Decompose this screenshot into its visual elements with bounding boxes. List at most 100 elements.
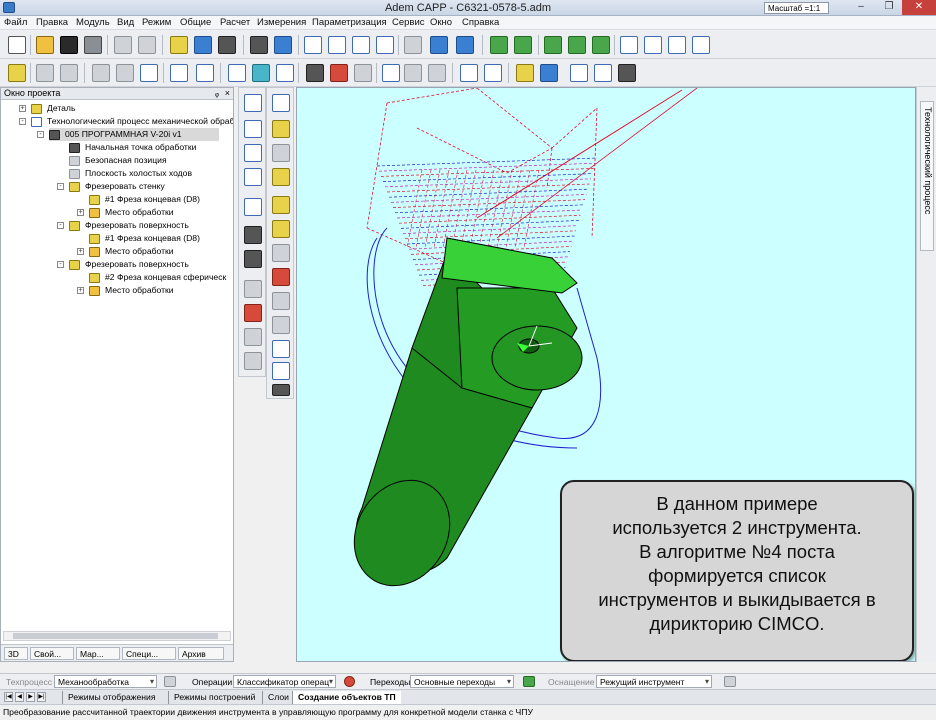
menu-file[interactable]: Файл (4, 17, 27, 28)
tool-add-icon[interactable] (490, 36, 508, 54)
equipment-select[interactable]: Режущий инструмент (596, 675, 712, 688)
transition-icon[interactable] (523, 676, 535, 687)
menu-general[interactable]: Общие (180, 17, 211, 28)
tree-node-tool[interactable]: #1 Фреза концевая (D8) (89, 193, 200, 206)
redo-icon[interactable] (138, 36, 156, 54)
tab-prev-button[interactable]: ◀ (15, 692, 24, 702)
document-check-icon[interactable] (116, 64, 134, 82)
panel-close-icon[interactable]: × (225, 88, 230, 99)
tab-last-button[interactable]: ▶| (37, 692, 46, 702)
process-select[interactable]: Механообработка (54, 675, 157, 688)
tool-save-icon[interactable] (60, 64, 78, 82)
tree-node-mill-surface[interactable]: - Фрезеровать поверхность (57, 219, 189, 232)
hand-icon[interactable] (354, 64, 372, 82)
menu-calc[interactable]: Расчет (220, 17, 250, 28)
surface-cut-icon[interactable] (592, 36, 610, 54)
tree-node-safe-position[interactable]: Безопасная позиция (69, 154, 167, 167)
menu-measure[interactable]: Измерения (257, 17, 306, 28)
filter-icon[interactable] (244, 352, 262, 370)
minimize-button[interactable]: – (848, 0, 874, 15)
menu-service[interactable]: Сервис (392, 17, 425, 28)
frame-icon[interactable] (244, 198, 262, 216)
transitions-select[interactable]: Основные переходы (410, 675, 514, 688)
expander-icon[interactable]: - (19, 118, 26, 125)
render-icon[interactable] (218, 36, 236, 54)
view-icon[interactable] (194, 36, 212, 54)
tab-route[interactable]: Мар... (76, 647, 120, 660)
no-entry-icon[interactable] (618, 64, 636, 82)
select-icon[interactable] (244, 120, 262, 138)
point-icon[interactable] (272, 94, 290, 112)
tool-library-icon[interactable] (516, 64, 534, 82)
tab-3d[interactable]: 3D (4, 647, 28, 660)
tab-tech-process[interactable]: Технологический процесс (920, 101, 934, 251)
cross-icon[interactable] (272, 268, 290, 286)
lines-icon[interactable] (272, 384, 290, 396)
open-folder-icon[interactable] (36, 36, 54, 54)
tab-construction-modes[interactable]: Режимы построений (168, 691, 260, 704)
tab-create-objects[interactable]: Создание объектов ТП (292, 691, 401, 704)
scale-field[interactable]: Масштаб =1:1 (764, 2, 829, 14)
expander-icon[interactable]: + (77, 287, 84, 294)
plus-icon[interactable] (272, 292, 290, 310)
cube-small-icon[interactable] (272, 362, 290, 380)
postprocessor-icon[interactable] (252, 64, 270, 82)
axis-icon[interactable] (692, 36, 710, 54)
expander-icon[interactable]: + (19, 105, 26, 112)
export-doc-icon[interactable] (404, 64, 422, 82)
rect-icon[interactable] (244, 94, 262, 112)
expander-icon[interactable]: + (77, 248, 84, 255)
cube-rotate-icon[interactable] (376, 36, 394, 54)
scrollbar-thumb[interactable] (13, 633, 218, 639)
expander-icon[interactable]: - (57, 183, 64, 190)
tree-node-operation[interactable]: - 005 ПРОГРАММНАЯ V-20i v1 (37, 128, 219, 141)
tab-spec[interactable]: Специ... (122, 647, 176, 660)
machine-blue-2-icon[interactable] (456, 36, 474, 54)
menu-view[interactable]: Вид (117, 17, 134, 28)
tree-node-tool[interactable]: #1 Фреза концевая (D8) (89, 232, 200, 245)
record-icon[interactable] (344, 676, 355, 687)
settings-icon[interactable] (428, 64, 446, 82)
tree-node-place[interactable]: + Место обработки (77, 206, 174, 219)
tab-archive[interactable]: Архив (178, 647, 224, 660)
tool-library-2-icon[interactable] (540, 64, 558, 82)
process-icon[interactable] (164, 676, 176, 687)
depth-icon[interactable] (272, 196, 290, 214)
tree-node-tool-2[interactable]: #2 Фреза концевая сферическ (89, 271, 226, 284)
operations-select[interactable]: Классификатор операц (233, 675, 336, 688)
step-icon[interactable] (272, 120, 290, 138)
tree-node-mill-wall[interactable]: - Фрезеровать стенку (57, 180, 165, 193)
tree-node-start-point[interactable]: Начальная точка обработки (69, 141, 196, 154)
paste-icon[interactable] (244, 250, 262, 268)
horizontal-scrollbar[interactable] (3, 631, 231, 641)
insert-icon[interactable] (250, 36, 268, 54)
copy-icon[interactable] (244, 226, 262, 244)
simulation-icon[interactable] (306, 64, 324, 82)
undo-icon[interactable] (114, 36, 132, 54)
new-document-icon[interactable] (8, 36, 26, 54)
expander-icon[interactable]: - (57, 261, 64, 268)
tree-node-process[interactable]: - Технологический процесс механической об… (19, 115, 233, 128)
print-icon[interactable] (84, 36, 102, 54)
solid-icon[interactable] (170, 36, 188, 54)
table-grid-icon[interactable] (594, 64, 612, 82)
delete-icon[interactable] (244, 168, 262, 186)
tree-node-place[interactable]: + Место обработки (77, 245, 174, 258)
check-icon[interactable] (276, 64, 294, 82)
document-icon[interactable] (92, 64, 110, 82)
sequence-2-icon[interactable] (196, 64, 214, 82)
angle-icon[interactable] (272, 340, 290, 358)
sketch-grid-icon[interactable] (644, 36, 662, 54)
list-icon[interactable] (228, 64, 246, 82)
tree-node-detail[interactable]: + Деталь (19, 102, 75, 115)
record-icon[interactable] (244, 304, 262, 322)
menu-help[interactable]: Справка (462, 17, 499, 28)
expander-icon[interactable]: - (37, 131, 44, 138)
surface-icon[interactable] (544, 36, 562, 54)
tab-properties[interactable]: Свой... (30, 647, 74, 660)
layers-icon[interactable] (244, 280, 262, 298)
sketch-axis-icon[interactable] (668, 36, 686, 54)
tab-layers[interactable]: Слои (262, 691, 294, 704)
color-icon[interactable] (244, 328, 262, 346)
axis-line-icon[interactable] (272, 244, 290, 262)
